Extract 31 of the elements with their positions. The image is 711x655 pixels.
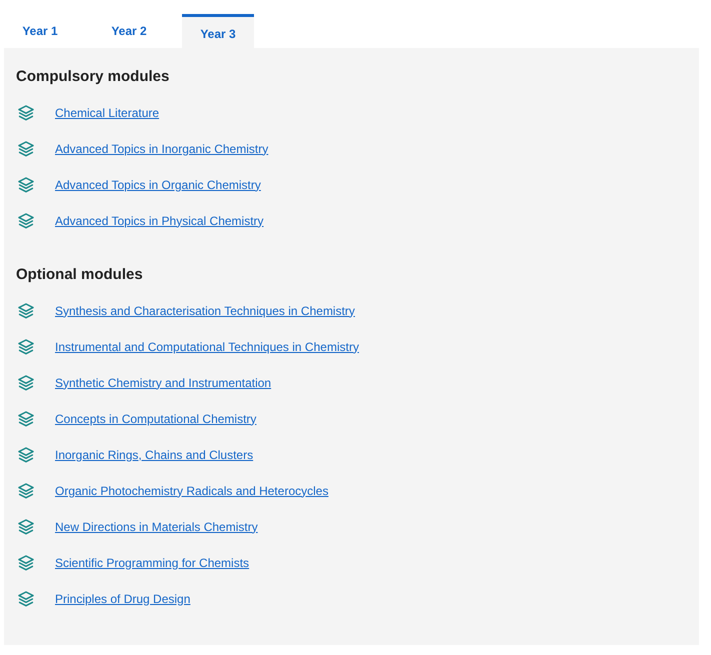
layers-icon <box>18 375 34 391</box>
module-link[interactable]: Synthetic Chemistry and Instrumentation <box>55 376 272 390</box>
layers-icon <box>18 555 34 571</box>
layers-icon <box>18 483 34 499</box>
layers-icon <box>18 519 34 535</box>
module-link[interactable]: Advanced Topics in Physical Chemistry <box>55 214 264 228</box>
year-tab[interactable]: Year 3 <box>182 14 254 48</box>
module-link[interactable]: Organic Photochemistry Radicals and Heterocycles <box>55 484 328 498</box>
layers-icon <box>18 105 34 121</box>
section-heading: Compulsory modules <box>16 68 170 86</box>
layers-icon <box>18 303 34 319</box>
module-link[interactable]: Instrumental and Computational Techniques in Chemistry <box>55 340 359 354</box>
layers-icon <box>18 591 34 607</box>
module-link[interactable]: Synthesis and Characterisation Techniques in Chemistry <box>55 304 355 318</box>
module-link[interactable]: Advanced Topics in Inorganic Chemistry <box>55 142 268 156</box>
layers-icon <box>18 411 34 427</box>
layers-icon <box>18 447 34 463</box>
layers-icon <box>18 141 34 157</box>
module-link[interactable]: Scientific Programming for Chemists <box>55 556 250 570</box>
module-link[interactable]: Chemical Literature <box>55 106 160 120</box>
module-link[interactable]: New Directions in Materials Chemistry <box>55 520 258 534</box>
section-heading: Optional modules <box>16 266 144 284</box>
module-link[interactable]: Principles of Drug Design <box>55 592 190 606</box>
year-tab[interactable]: Year 2 <box>93 14 165 48</box>
layers-icon <box>18 177 34 193</box>
module-link[interactable]: Concepts in Computational Chemistry <box>55 412 256 426</box>
layers-icon <box>18 339 34 355</box>
module-link[interactable]: Advanced Topics in Organic Chemistry <box>55 178 261 192</box>
module-link[interactable]: Inorganic Rings, Chains and Clusters <box>55 448 254 462</box>
year-tab[interactable]: Year 1 <box>4 14 76 48</box>
layers-icon <box>18 213 34 229</box>
